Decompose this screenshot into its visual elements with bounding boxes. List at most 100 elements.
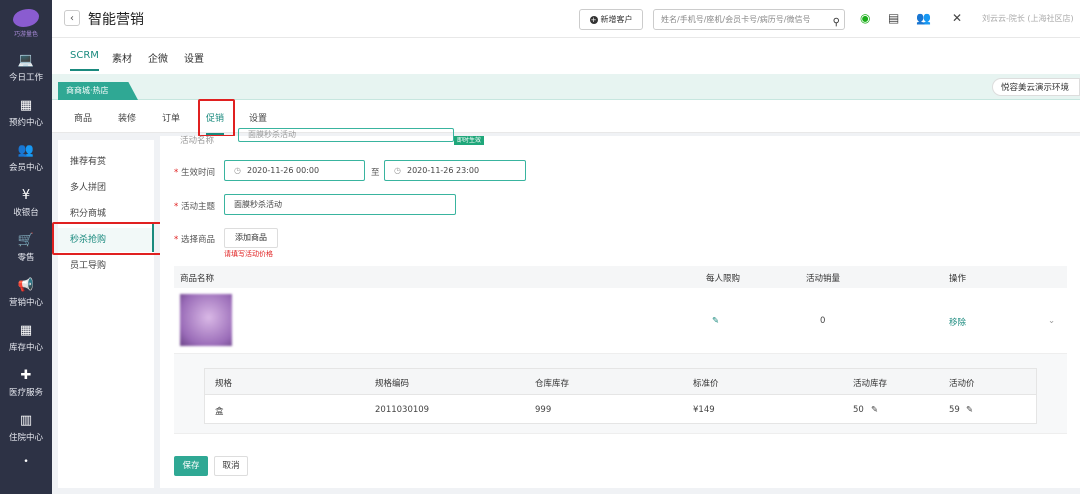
new-customer-label: 新增客户	[600, 15, 633, 24]
product-image	[180, 294, 232, 346]
environment-tag[interactable]: 悦容美云演示环境	[991, 78, 1080, 96]
new-customer-button[interactable]: + 新增客户	[579, 9, 643, 30]
users-icon: 👥	[17, 143, 35, 158]
valid-time-label: * 生效时间	[174, 168, 215, 178]
tab-scrm[interactable]: SCRM	[70, 50, 99, 71]
highlight-box-promotion	[198, 99, 235, 137]
column-activity-price: 活动价	[949, 379, 975, 389]
tab-materials[interactable]: 素材	[112, 50, 132, 65]
spec-area: 规格 规格编码 仓库库存 标准价 活动库存 活动价 盒 2011030109 9…	[174, 354, 1067, 434]
activity-sales-value: 0	[820, 316, 826, 326]
page-title: 智能营销	[88, 12, 144, 28]
activity-name-input[interactable]: 面膜秒杀活动	[238, 128, 454, 142]
clock-icon: ◷	[394, 166, 401, 175]
logo-mark	[13, 8, 39, 27]
sidebar-item-label: 零售	[17, 253, 35, 263]
range-separator: 至	[371, 168, 380, 178]
medkit-icon: ✚	[20, 368, 32, 383]
spec-value: 盒	[215, 407, 224, 417]
add-product-button[interactable]: 添加商品	[224, 228, 278, 248]
sidebar-item-cashier[interactable]: ¥ 收银台	[0, 181, 52, 226]
group-icon[interactable]: 👥	[916, 11, 931, 25]
sidebar-item-inpatient[interactable]: ▥ 住院中心	[0, 406, 52, 451]
sidebar-item-appointments[interactable]: ▦ 预约中心	[0, 91, 52, 136]
tab-settings[interactable]: 设置	[184, 50, 204, 65]
cancel-button[interactable]: 取消	[214, 456, 248, 476]
remove-link[interactable]: 移除	[949, 316, 966, 328]
sidebar-more[interactable]: •	[0, 451, 52, 473]
sidebar: 巧游量色 💻 今日工作 ▦ 预约中心 👥 会员中心 ¥ 收银台 🛒 零售 📢 营…	[0, 0, 52, 494]
column-spec-code: 规格编码	[375, 379, 410, 389]
start-time-input[interactable]: ◷ 2020-11-26 00:00	[224, 160, 365, 181]
calendar-icon: ▦	[19, 98, 33, 113]
logo-text: 巧游量色	[13, 30, 38, 38]
sidebar-item-members[interactable]: 👥 会员中心	[0, 136, 52, 181]
column-actions: 操作	[949, 274, 967, 284]
user-info[interactable]: 刘云云-院长 (上海社区店)	[982, 13, 1074, 24]
standard-price-value: ¥149	[693, 405, 715, 415]
promotion-menu: 推荐有赏 多人拼团 积分商城 秒杀抢购 员工导购	[58, 140, 154, 488]
spec-table-header: 规格 规格编码 仓库库存 标准价 活动库存 活动价	[205, 369, 1036, 395]
spec-code-value: 2011030109	[375, 405, 430, 415]
mute-icon[interactable]: ✕	[952, 11, 962, 25]
edit-price-icon[interactable]: ✎	[966, 405, 973, 415]
column-standard-price: 标准价	[693, 379, 719, 389]
laptop-icon: 💻	[17, 53, 35, 68]
sidebar-item-label: 收银台	[13, 208, 39, 218]
tab-wecom[interactable]: 企微	[148, 50, 168, 65]
wechat-icon[interactable]: ◉	[860, 11, 870, 25]
promo-item-staff-guide[interactable]: 员工导购	[70, 258, 106, 271]
column-spec: 规格	[215, 379, 233, 389]
highlight-box-flash-sale	[52, 222, 163, 255]
sidebar-item-label: 今日工作	[8, 73, 43, 83]
brand-logo[interactable]: 巧游量色	[0, 0, 52, 46]
table-row: ✎ 0 移除 ⌄	[174, 288, 1067, 354]
subtab-decoration[interactable]: 装修	[118, 111, 136, 124]
store-tab[interactable]: 商商城·热店	[58, 82, 138, 100]
promo-item-points-mall[interactable]: 积分商城	[70, 206, 106, 219]
sidebar-item-label: 营销中心	[8, 298, 43, 308]
sidebar-item-label: 医疗服务	[8, 388, 43, 398]
promo-item-referral[interactable]: 推荐有赏	[70, 154, 106, 167]
edit-limit-icon[interactable]: ✎	[712, 316, 719, 326]
promo-item-group-buy[interactable]: 多人拼团	[70, 180, 106, 193]
activity-price-value: 59	[949, 405, 960, 415]
chevron-down-icon[interactable]: ⌄	[1048, 316, 1055, 326]
top-header: ‹ 智能营销 + 新增客户 姓名/手机号/座机/会员卡号/病历号/微信号 ⚲ ◉…	[52, 0, 1080, 38]
subtab-orders[interactable]: 订单	[162, 111, 180, 124]
instant-badge: 即时生效	[454, 136, 484, 145]
sidebar-item-label: 会员中心	[8, 163, 43, 173]
sidebar-item-today-work[interactable]: 💻 今日工作	[0, 46, 52, 91]
back-button[interactable]: ‹	[64, 10, 80, 26]
search-input[interactable]: 姓名/手机号/座机/会员卡号/病历号/微信号 ⚲	[653, 9, 845, 30]
grid-icon: ▦	[19, 323, 33, 338]
clock-icon: ◷	[234, 166, 241, 175]
activity-stock-value: 50	[853, 405, 864, 415]
clipboard-icon[interactable]: ▤	[888, 11, 899, 25]
yen-icon: ¥	[21, 188, 31, 203]
column-limit-per-person: 每人限购	[706, 274, 741, 284]
spec-table: 规格 规格编码 仓库库存 标准价 活动库存 活动价 盒 2011030109 9…	[204, 368, 1037, 424]
sidebar-item-marketing[interactable]: 📢 营销中心	[0, 271, 52, 316]
cart-icon: 🛒	[17, 233, 35, 248]
edit-stock-icon[interactable]: ✎	[871, 405, 878, 415]
sidebar-item-inventory[interactable]: ▦ 库存中心	[0, 316, 52, 361]
sidebar-item-label: 预约中心	[8, 118, 43, 128]
theme-input[interactable]: 面膜秒杀活动	[224, 194, 456, 215]
subtab-products[interactable]: 商品	[74, 111, 92, 124]
end-time-input[interactable]: ◷ 2020-11-26 23:00	[384, 160, 526, 181]
column-product-name: 商品名称	[180, 274, 215, 284]
theme-label: * 活动主题	[174, 202, 215, 212]
column-activity-stock: 活动库存	[853, 379, 888, 389]
sidebar-item-medical[interactable]: ✚ 医疗服务	[0, 361, 52, 406]
warehouse-stock-value: 999	[535, 405, 552, 415]
save-button[interactable]: 保存	[174, 456, 208, 476]
column-warehouse-stock: 仓库库存	[535, 379, 570, 389]
dot-icon: •	[23, 457, 29, 467]
plus-icon: +	[589, 15, 598, 24]
subtab-settings[interactable]: 设置	[249, 111, 267, 124]
building-icon: ▥	[19, 413, 33, 428]
search-icon: ⚲	[832, 17, 840, 28]
store-bar: 商商城·热店 悦容美云演示环境	[52, 74, 1080, 100]
sidebar-item-retail[interactable]: 🛒 零售	[0, 226, 52, 271]
